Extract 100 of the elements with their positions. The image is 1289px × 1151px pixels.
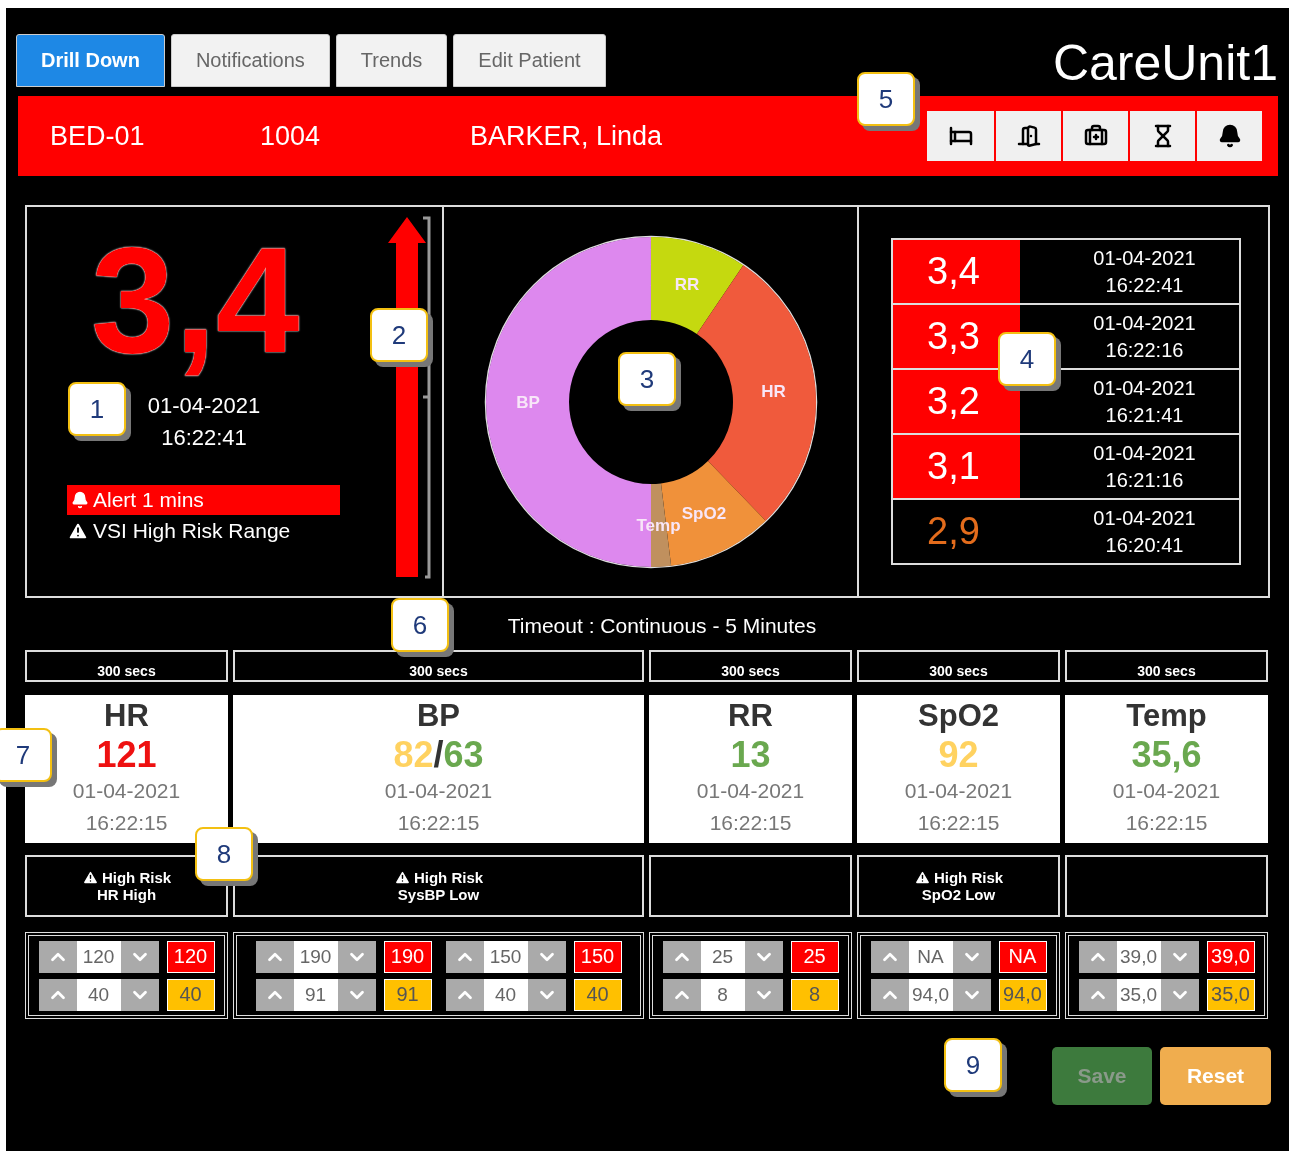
warning-title: High Risk bbox=[933, 869, 1004, 886]
decrement-button[interactable] bbox=[744, 940, 783, 973]
limit-badge: 120 bbox=[166, 940, 215, 973]
history-score: 3,3 bbox=[893, 305, 1020, 368]
tab[interactable]: Edit Patient bbox=[453, 34, 606, 87]
limit-input[interactable]: 94,0 bbox=[908, 978, 953, 1011]
warning-detail: SysBP Low bbox=[397, 886, 480, 903]
increment-button[interactable] bbox=[38, 940, 77, 973]
decrement-button[interactable] bbox=[744, 978, 783, 1011]
patient-id: 1004 bbox=[260, 120, 322, 152]
increment-button[interactable] bbox=[255, 978, 294, 1011]
increment-button[interactable] bbox=[445, 978, 484, 1011]
decrement-button[interactable] bbox=[952, 940, 991, 973]
limit-input[interactable]: 35,0 bbox=[1116, 978, 1161, 1011]
vital-value: 92 bbox=[938, 735, 979, 775]
bed-icon bbox=[948, 124, 973, 148]
increment-button[interactable] bbox=[1078, 940, 1117, 973]
segment-label: HR bbox=[760, 381, 786, 401]
vital-name: HR bbox=[104, 697, 149, 735]
decrement-button[interactable] bbox=[1160, 940, 1199, 973]
decrement-button[interactable] bbox=[1160, 978, 1199, 1011]
increment-button[interactable] bbox=[1078, 978, 1117, 1011]
segment-label: SpO2 bbox=[681, 503, 726, 523]
warning-icon bbox=[393, 869, 411, 886]
medical-kit-icon bbox=[1083, 124, 1108, 148]
increment-button[interactable] bbox=[38, 978, 77, 1011]
vital-date: 01-04-2021 bbox=[1112, 778, 1221, 804]
tab[interactable]: Trends bbox=[335, 34, 448, 87]
limit-input[interactable]: 40 bbox=[76, 978, 121, 1011]
alert-text: Alert 1 mins bbox=[93, 488, 204, 512]
interval-label: 300 secs bbox=[233, 650, 644, 682]
timeout-text: Timeout : Continuous - 5 Minutes bbox=[507, 614, 817, 639]
limit-badge: 94,0 bbox=[998, 978, 1047, 1011]
warning-detail: HR High bbox=[96, 886, 157, 903]
increment-button[interactable] bbox=[662, 978, 701, 1011]
vital-value: 82/63 bbox=[393, 735, 484, 775]
increment-button[interactable] bbox=[445, 940, 484, 973]
score-date: 01-04-2021 bbox=[146, 393, 262, 419]
limit-badge: 8 bbox=[790, 978, 839, 1011]
limit-badge: 35,0 bbox=[1206, 978, 1255, 1011]
decrement-button[interactable] bbox=[952, 978, 991, 1011]
bed-label: BED-01 bbox=[50, 120, 146, 152]
history-score: 3,2 bbox=[893, 370, 1020, 433]
vital-value: 13 bbox=[730, 735, 771, 775]
tab[interactable]: Drill Down bbox=[16, 34, 165, 87]
score-value: 3,4 bbox=[91, 225, 301, 375]
history-time: 16:21:41 bbox=[1105, 402, 1184, 428]
tab[interactable]: Notifications bbox=[170, 34, 330, 87]
history-time: 16:22:41 bbox=[1105, 272, 1184, 298]
limit-badge: 25 bbox=[790, 940, 839, 973]
segment-label: RR bbox=[674, 274, 699, 294]
limit-input[interactable]: NA bbox=[908, 940, 953, 973]
increment-button[interactable] bbox=[870, 978, 909, 1011]
interval-label: 300 secs bbox=[1065, 650, 1268, 682]
vital-value: 121 bbox=[96, 735, 157, 775]
limit-badge: NA bbox=[998, 940, 1047, 973]
decrement-button[interactable] bbox=[120, 940, 159, 973]
increment-button[interactable] bbox=[255, 940, 294, 973]
limit-input[interactable]: 25 bbox=[700, 940, 745, 973]
history-time: 16:21:16 bbox=[1105, 467, 1184, 493]
limit-input[interactable]: 91 bbox=[293, 978, 338, 1011]
limit-input[interactable]: 120 bbox=[76, 940, 121, 973]
vital-name: RR bbox=[728, 697, 773, 735]
warning-detail: SpO2 Low bbox=[921, 886, 996, 903]
limit-input[interactable]: 8 bbox=[700, 978, 745, 1011]
increment-button[interactable] bbox=[662, 940, 701, 973]
vital-time: 16:22:15 bbox=[85, 810, 168, 836]
unit-title: CareUnit1 bbox=[1052, 35, 1278, 91]
warning-title: High Risk bbox=[101, 869, 172, 886]
vital-time: 16:22:15 bbox=[917, 810, 1000, 836]
vital-name: Temp bbox=[1126, 697, 1207, 735]
vital-date: 01-04-2021 bbox=[384, 778, 493, 804]
warning-title: High Risk bbox=[413, 869, 484, 886]
increment-button[interactable] bbox=[870, 940, 909, 973]
history-date: 01-04-2021 bbox=[1093, 440, 1196, 466]
warning-icon bbox=[81, 869, 99, 886]
history-date: 01-04-2021 bbox=[1093, 245, 1196, 271]
bell-button[interactable] bbox=[1195, 111, 1262, 161]
vital-value: 35,6 bbox=[1131, 735, 1202, 775]
bell-icon bbox=[1217, 124, 1242, 148]
patient-name: BARKER, Linda bbox=[470, 120, 664, 152]
history-time: 16:20:41 bbox=[1105, 532, 1184, 558]
decrement-button[interactable] bbox=[337, 978, 376, 1011]
warning-icon bbox=[913, 869, 931, 886]
limit-badge: 91 bbox=[383, 978, 432, 1011]
decrement-button[interactable] bbox=[120, 978, 159, 1011]
history-date: 01-04-2021 bbox=[1093, 505, 1196, 531]
interval-label: 300 secs bbox=[649, 650, 852, 682]
limit-input[interactable]: 39,0 bbox=[1116, 940, 1161, 973]
decrement-button[interactable] bbox=[527, 978, 566, 1011]
decrement-button[interactable] bbox=[527, 940, 566, 973]
limit-input[interactable]: 40 bbox=[483, 978, 528, 1011]
limit-input[interactable]: 150 bbox=[483, 940, 528, 973]
history-time: 16:22:16 bbox=[1105, 337, 1184, 363]
limit-badge: 40 bbox=[573, 978, 622, 1011]
limit-input[interactable]: 190 bbox=[293, 940, 338, 973]
decrement-button[interactable] bbox=[337, 940, 376, 973]
score-time: 16:22:41 bbox=[160, 425, 248, 451]
interval-label: 300 secs bbox=[857, 650, 1060, 682]
interval-label: 300 secs bbox=[25, 650, 228, 682]
